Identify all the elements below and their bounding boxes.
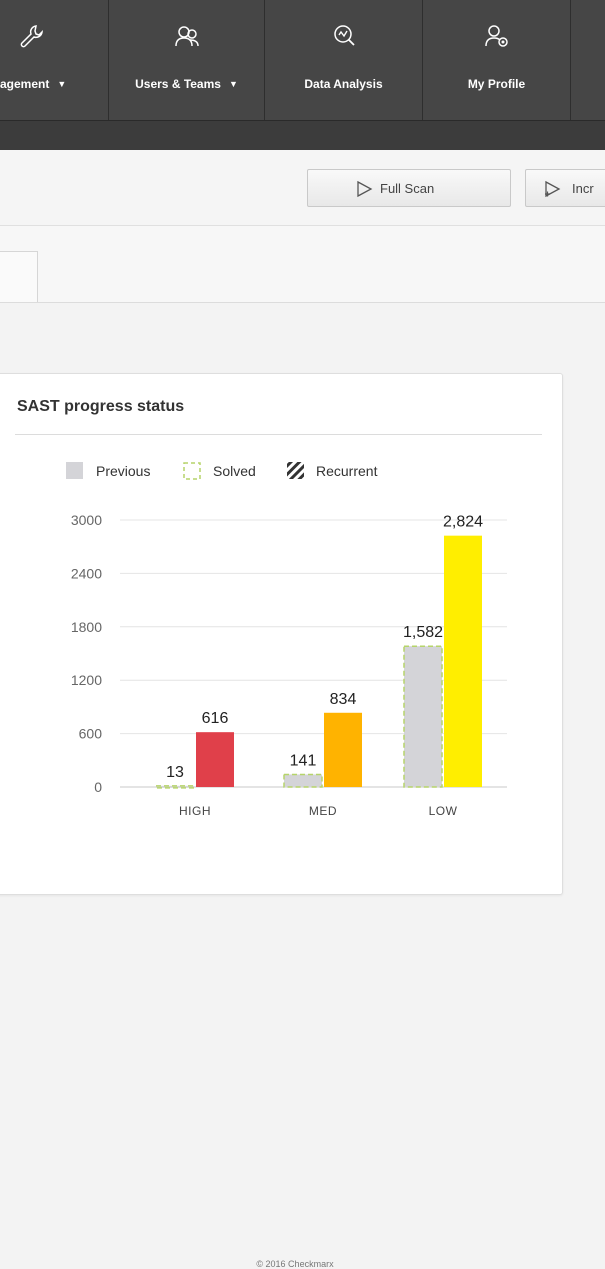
y-tick-label: 1200: [71, 672, 102, 688]
nav-management-label: agement: [0, 77, 50, 91]
incremental-play-icon: [545, 180, 561, 198]
nav-users-teams[interactable]: Users & Teams ▼: [109, 0, 265, 120]
nav-more[interactable]: [571, 0, 605, 120]
nav-my-profile-label: My Profile: [467, 77, 526, 91]
value-label-current-high: 616: [202, 710, 229, 727]
bar-current-low: [444, 535, 482, 787]
wrench-icon: [20, 25, 43, 48]
legend-previous-swatch: [66, 462, 83, 479]
profile-gear-icon: [484, 25, 508, 47]
full-scan-label: Full Scan: [380, 181, 435, 196]
chevron-down-icon: ▼: [57, 79, 67, 89]
play-icon: [357, 180, 373, 198]
chart-legend: Previous Solved Recurrent: [66, 462, 378, 480]
full-scan-button[interactable]: Full Scan: [307, 169, 511, 207]
nav-users-teams-label: Users & Teams: [135, 77, 221, 91]
legend-solved-label: Solved: [213, 463, 256, 479]
x-category-label: LOW: [429, 804, 458, 818]
dashboard-content: SAST progress status Previous Solved Rec…: [0, 303, 605, 1269]
nav-data-analysis-label: Data Analysis: [304, 77, 383, 91]
value-label-current-low: 2,824: [443, 514, 483, 531]
bar-previous-med: [283, 773, 323, 788]
y-tick-label: 2400: [71, 565, 102, 581]
chart-bars: 13 616 141 834 1,582 2,824: [155, 514, 483, 789]
incremental-scan-label: Incr: [572, 181, 594, 196]
nav-subbar: [0, 121, 605, 150]
chart-x-axis: HIGH MED LOW: [179, 804, 458, 818]
copyright-footer: © 2016 Checkmarx: [256, 1259, 334, 1269]
legend-solved-swatch: [183, 462, 201, 480]
tab-summary[interactable]: [0, 251, 38, 302]
value-label-previous-low: 1,582: [403, 624, 443, 641]
legend-previous-label: Previous: [96, 463, 150, 479]
value-label-current-med: 834: [330, 691, 357, 708]
y-tick-label: 0: [94, 779, 102, 795]
nav-my-profile[interactable]: My Profile: [423, 0, 571, 120]
bar-current-high: [196, 732, 234, 787]
value-label-previous-med: 141: [290, 752, 317, 769]
action-toolbar: Full Scan Incr: [0, 150, 605, 226]
sast-progress-card: SAST progress status Previous Solved Rec…: [0, 373, 563, 895]
bar-previous-low: [403, 645, 443, 788]
incremental-scan-button[interactable]: Incr: [525, 169, 605, 207]
nav-management[interactable]: agement ▼: [0, 0, 109, 120]
nav-data-analysis[interactable]: Data Analysis: [265, 0, 423, 120]
chart-y-axis: 3000 2400 1800 1200 600 0: [71, 512, 102, 795]
sast-progress-chart: Previous Solved Recurrent 3000 2400 1800 12…: [66, 462, 507, 818]
y-tick-label: 1800: [71, 619, 102, 635]
top-navigation-bar: agement ▼ Users & Teams ▼ Data Analysis: [0, 0, 605, 150]
tab-bar: [0, 226, 605, 303]
x-category-label: MED: [309, 804, 337, 818]
value-label-previous-high: 13: [166, 764, 184, 781]
chevron-down-icon: ▼: [228, 79, 238, 89]
y-tick-label: 600: [79, 726, 103, 742]
users-icon: [174, 26, 199, 47]
legend-recurrent-label: Recurrent: [316, 463, 378, 479]
y-tick-label: 3000: [71, 512, 102, 528]
legend-recurrent-swatch: [287, 462, 304, 479]
bar-current-med: [324, 712, 362, 787]
analysis-icon: [333, 25, 355, 46]
main-menu: agement ▼ Users & Teams ▼ Data Analysis: [0, 0, 605, 121]
bar-previous-high: [155, 785, 195, 789]
x-category-label: HIGH: [179, 804, 211, 818]
